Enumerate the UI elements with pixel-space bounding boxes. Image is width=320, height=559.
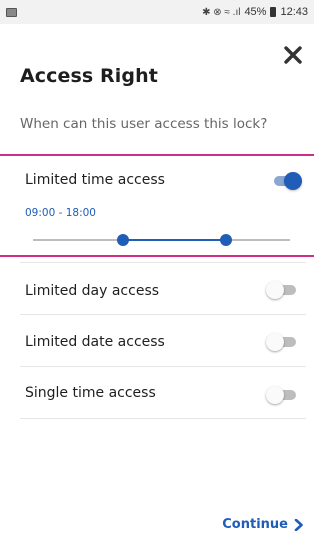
image-icon: [6, 7, 17, 17]
continue-label: Continue: [222, 517, 288, 532]
status-bar: ✱ ⊗ ≈ .ıl 45% 12:43: [0, 0, 314, 24]
continue-button[interactable]: Continue: [222, 517, 304, 532]
toggle-thumb: [266, 386, 284, 404]
option-label-limited-date: Limited date access: [25, 334, 165, 350]
close-button[interactable]: [280, 42, 306, 68]
status-glyphs: ✱ ⊗ ≈ .ıl: [202, 6, 241, 18]
highlight-border-top: [0, 154, 314, 156]
time-range-text: 09:00 - 18:00: [25, 207, 96, 219]
row-divider: [20, 366, 306, 367]
row-divider: [20, 418, 306, 419]
option-label-limited-day: Limited day access: [25, 283, 160, 299]
battery-level: 45%: [244, 6, 267, 18]
slider-start-handle[interactable]: [116, 234, 129, 246]
chevron-right-icon: [294, 518, 303, 531]
toggle-limited-date-access[interactable]: [266, 331, 296, 351]
time-range-slider[interactable]: [33, 233, 290, 247]
toggle-thumb: [266, 281, 284, 299]
page-title: Access Right: [20, 65, 158, 87]
page-subtitle: When can this user access this lock?: [20, 116, 268, 132]
highlight-border-bottom: [0, 255, 314, 257]
status-indicators: ✱ ⊗ ≈ .ıl 45% 12:43: [202, 6, 308, 18]
toggle-limited-time-access[interactable]: [272, 170, 302, 190]
option-label-limited-time: Limited time access: [25, 172, 165, 188]
row-divider: [20, 262, 306, 263]
toggle-single-time-access[interactable]: [266, 384, 296, 404]
slider-selected-range: [122, 239, 226, 241]
option-label-single-time: Single time access: [25, 385, 156, 401]
row-divider: [20, 314, 306, 315]
toggle-thumb: [284, 172, 302, 190]
close-icon: [284, 46, 302, 64]
clock: 12:43: [280, 6, 308, 18]
toggle-limited-day-access[interactable]: [266, 279, 296, 299]
battery-icon: [270, 7, 277, 17]
slider-end-handle[interactable]: [219, 234, 232, 246]
toggle-thumb: [266, 333, 284, 351]
